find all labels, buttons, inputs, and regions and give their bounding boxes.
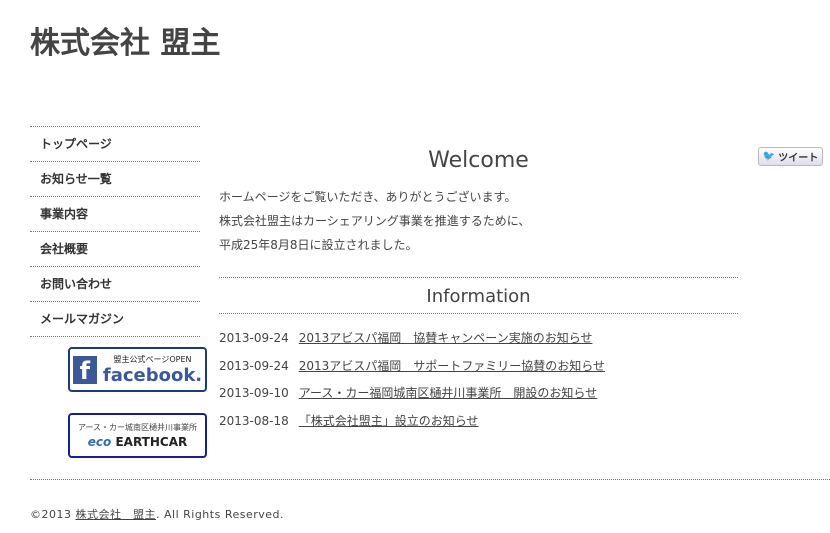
- nav-item-company[interactable]: 会社概要: [30, 232, 200, 267]
- news-date: 2013-09-10: [219, 386, 289, 400]
- nav-item-news[interactable]: お知らせ一覧: [30, 162, 200, 197]
- nav-item-contact[interactable]: お問い合わせ: [30, 267, 200, 302]
- news-link[interactable]: 2013アビスパ福岡 サポートファミリー協賛のお知らせ: [299, 359, 605, 373]
- news-date: 2013-08-18: [219, 413, 289, 428]
- news-item: 2013-09-24 2013アビスパ福岡 サポートファミリー協賛のお知らせ: [219, 356, 738, 384]
- news-item: 2013-09-10 アース・カー福岡城南区樋井川事業所 開設のお知らせ: [219, 383, 738, 411]
- footer-company-link[interactable]: 株式会社 盟主: [76, 508, 157, 521]
- information-heading: Information: [219, 277, 738, 314]
- tweet-label: ツイート: [778, 153, 819, 164]
- news-link[interactable]: 2013アビスパ福岡 協賛キャンペーン実施のお知らせ: [299, 331, 593, 345]
- welcome-heading: Welcome: [428, 148, 529, 173]
- earthcar-banner-caption: アース・カー城南区樋井川事業所: [77, 423, 198, 432]
- intro-line: 平成25年8月8日に設立されました。: [219, 238, 418, 252]
- earthcar-logo: eco EARTHCAR: [87, 435, 188, 449]
- news-link[interactable]: 「株式会社盟主」設立のお知らせ: [299, 414, 479, 428]
- news-date: 2013-09-24: [219, 358, 289, 373]
- site-title: 株式会社 盟主: [30, 26, 221, 61]
- tweet-button[interactable]: 🐦 ツイート: [758, 147, 823, 166]
- main-content: Welcome ホームページをご覧いただき、ありがとうございます。 株式会社盟主…: [219, 140, 738, 438]
- footer: ©2013 株式会社 盟主. All Rights Reserved.: [30, 506, 284, 522]
- earthcar-banner[interactable]: アース・カー城南区樋井川事業所 eco EARTHCAR: [68, 413, 207, 458]
- facebook-logo-icon: f: [72, 355, 97, 385]
- intro-line: ホームページをご覧いただき、ありがとうございます。: [219, 190, 517, 204]
- footer-divider: [30, 479, 830, 480]
- nav-item-mail-magazine[interactable]: メールマガジン: [30, 302, 200, 337]
- nav-item-business[interactable]: 事業内容: [30, 197, 200, 232]
- facebook-banner[interactable]: f 盟主公式ページOPEN facebook.: [68, 347, 207, 392]
- copyright-suffix: . All Rights Reserved.: [156, 508, 285, 521]
- intro-line: 株式会社盟主はカーシェアリング事業を推進するために、: [219, 214, 531, 228]
- facebook-banner-caption: 盟主公式ページOPEN: [113, 354, 192, 364]
- news-list: 2013-09-24 2013アビスパ福岡 協賛キャンペーン実施のお知らせ 201…: [219, 328, 738, 438]
- twitter-bird-icon: 🐦: [762, 151, 776, 162]
- news-date: 2013-09-24: [219, 331, 289, 345]
- sidebar-nav: トップページ お知らせ一覧 事業内容 会社概要 お問い合わせ メールマガジン: [30, 126, 200, 337]
- nav-item-top[interactable]: トップページ: [30, 127, 200, 162]
- news-link[interactable]: アース・カー福岡城南区樋井川事業所 開設のお知らせ: [299, 386, 597, 400]
- facebook-banner-brand: facebook.: [102, 364, 203, 386]
- copyright-prefix: ©2013: [30, 508, 76, 521]
- news-item: 2013-09-24 2013アビスパ福岡 協賛キャンペーン実施のお知らせ: [219, 328, 738, 356]
- news-item: 2013-08-18 「株式会社盟主」設立のお知らせ: [219, 411, 738, 439]
